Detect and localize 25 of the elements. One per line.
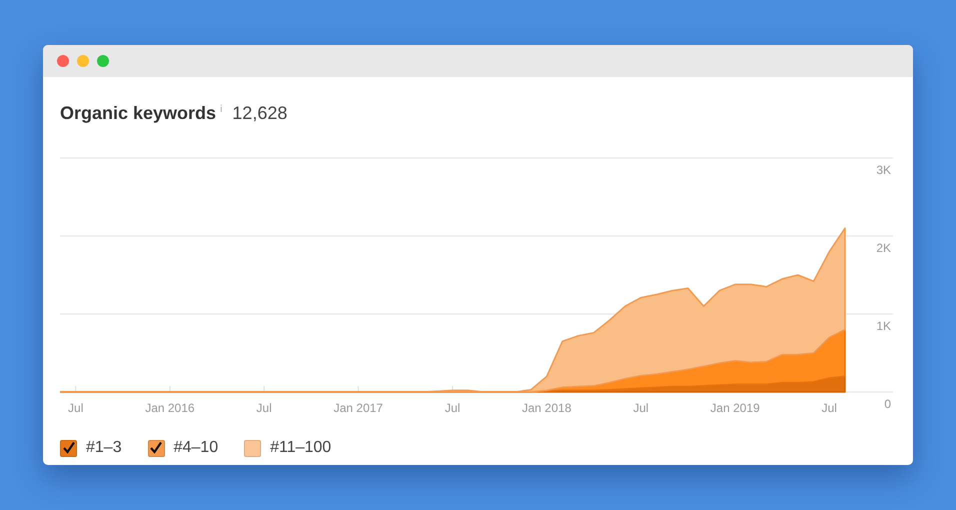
x-axis-label: Jan 2016 xyxy=(145,401,195,415)
window-control-button[interactable] xyxy=(77,55,89,67)
chart-title: Organic keywords xyxy=(60,102,216,125)
legend-label: #4–10 xyxy=(174,438,218,458)
y-axis-label: 2K xyxy=(876,241,891,255)
window-control-button[interactable] xyxy=(97,55,109,67)
x-axis-label: Jan 2019 xyxy=(710,401,760,415)
x-axis-label: Jan 2017 xyxy=(334,401,383,415)
legend-label: #11–100 xyxy=(270,438,332,458)
legend-checkbox[interactable] xyxy=(244,440,262,456)
x-axis-label: Jul xyxy=(256,401,272,415)
info-icon[interactable]: i xyxy=(220,102,222,117)
y-axis-label: 1K xyxy=(876,319,891,333)
legend-checkbox[interactable] xyxy=(60,440,77,456)
x-axis-label: Jul xyxy=(444,401,460,415)
keyword-count: 12,628 xyxy=(232,102,288,125)
legend-label: #1–3 xyxy=(86,438,122,458)
x-axis-label: Jan 2018 xyxy=(522,401,572,415)
x-axis-label: Jul xyxy=(633,401,649,415)
window-control-button[interactable] xyxy=(57,55,69,67)
y-axis-label: 0 xyxy=(884,397,891,411)
x-axis-label: Jul xyxy=(822,401,837,415)
x-axis-label: Jul xyxy=(68,401,84,415)
y-axis-label: 3K xyxy=(876,163,891,177)
legend-checkbox[interactable] xyxy=(148,440,165,456)
